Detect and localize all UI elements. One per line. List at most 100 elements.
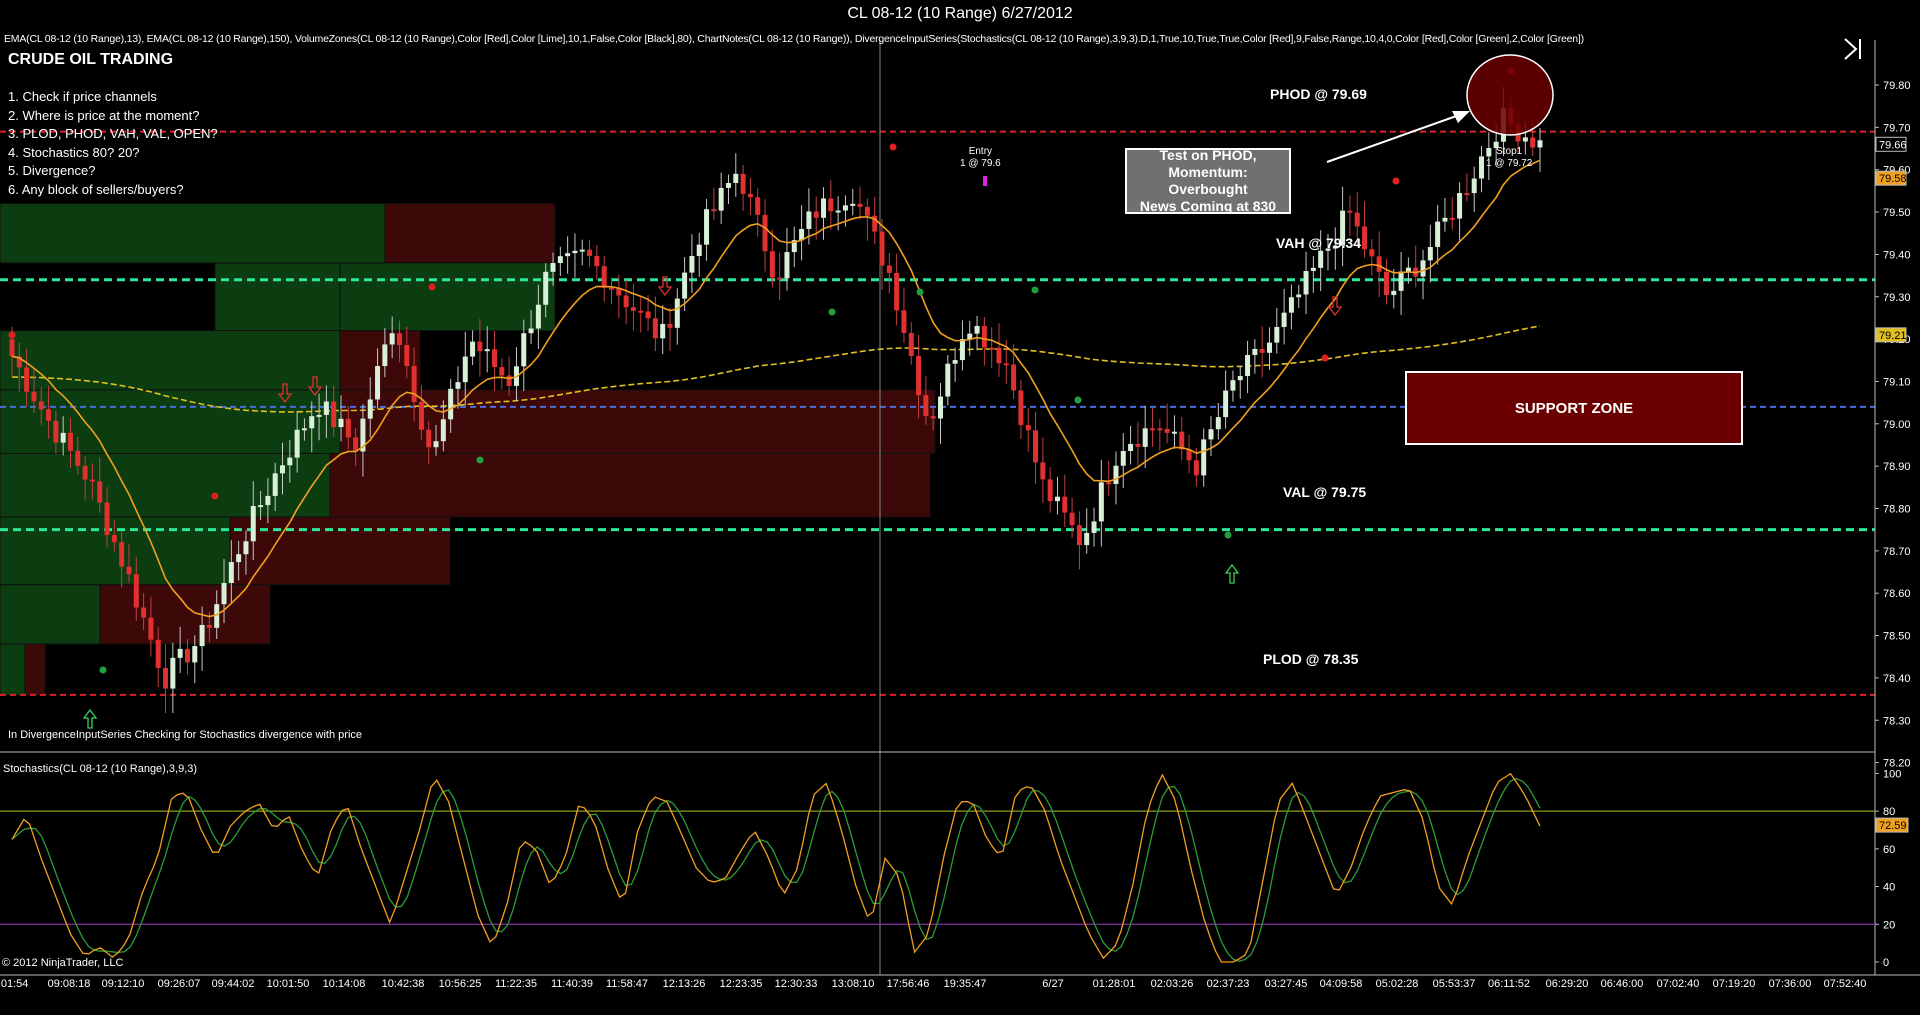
checklist-item: 1. Check if price channels	[8, 89, 157, 104]
time-tick-label: 12:23:35	[720, 978, 763, 990]
candle-body	[733, 173, 739, 183]
time-tick-label: 06:29:20	[1546, 978, 1589, 990]
time-tick-label: 12:13:26	[663, 978, 706, 990]
candle-body	[301, 428, 307, 431]
candle-body	[550, 263, 556, 272]
candle-body	[769, 251, 775, 278]
time-tick-label: 07:19:20	[1713, 978, 1756, 990]
volume-zone	[214, 262, 341, 332]
candle-body	[1091, 521, 1097, 533]
candle-body	[1069, 512, 1075, 526]
time-tick-label: 05:02:28	[1376, 978, 1419, 990]
candle-body	[1171, 431, 1177, 434]
stop-label: Stop1	[1496, 146, 1523, 157]
stochastics-tick-label: 40	[1883, 882, 1895, 894]
candle-body	[389, 333, 395, 345]
candle-body	[901, 310, 907, 333]
volume-zone	[0, 643, 26, 696]
candle-body	[886, 265, 892, 273]
time-tick-label: 01:28:01	[1093, 978, 1136, 990]
volume-zone	[229, 516, 451, 586]
entry-detail: 1 @ 79.6	[960, 158, 1001, 169]
candle-body	[579, 249, 585, 252]
entry-marker	[983, 176, 987, 186]
checklist-item: 4. Stochastics 80? 20?	[8, 144, 140, 160]
candle-body	[338, 418, 344, 428]
candle-body	[952, 360, 958, 364]
candle-body	[141, 607, 147, 618]
candle-body	[280, 465, 286, 474]
signal-dot	[428, 283, 436, 291]
candle-body	[908, 332, 914, 357]
candle-body	[236, 554, 242, 563]
volume-zone	[0, 452, 331, 518]
entry-marker-label: Entry 1 @ 79.6	[960, 146, 1001, 170]
candle-body	[82, 465, 88, 480]
candle-body	[75, 450, 81, 466]
candle-body	[53, 420, 59, 443]
time-tick-label: 03:27:45	[1265, 978, 1308, 990]
checklist-item: 5. Divergence?	[8, 163, 96, 179]
candle-body	[250, 505, 256, 542]
candle-body	[923, 395, 929, 417]
candle-body	[38, 401, 44, 410]
candle-body	[813, 211, 819, 218]
copyright: © 2012 NinjaTrader, LLC	[2, 957, 124, 969]
candle-body	[1471, 178, 1477, 194]
candle-body	[1303, 271, 1309, 295]
candle-body	[1435, 221, 1441, 248]
candle-body	[806, 211, 812, 229]
candle-body	[1230, 380, 1236, 391]
candle-body	[1252, 348, 1258, 355]
price-tick-label: 78.40	[1883, 673, 1911, 685]
candle-body	[272, 473, 278, 496]
price-flag-label: 79.66	[1879, 139, 1907, 151]
stochastics-label: Stochastics(CL 08-12 (10 Range),3,9,3)	[3, 763, 198, 775]
callout-line: News Coming at 830	[1139, 198, 1277, 214]
candle-body	[645, 311, 651, 319]
candle-body	[1142, 428, 1148, 447]
candle-body	[1106, 482, 1112, 485]
chart-area[interactable]: 79.8079.7079.6079.5079.4079.3079.2079.10…	[0, 28, 1920, 1015]
candle-body	[367, 399, 373, 419]
time-tick-label: 05:53:37	[1433, 978, 1476, 990]
time-tick-label: 06:46:00	[1601, 978, 1644, 990]
price-tick-label: 78.60	[1883, 588, 1911, 600]
candle-body	[711, 209, 717, 212]
candle-body	[1215, 417, 1221, 430]
scroll-to-end-icon[interactable]	[1840, 36, 1866, 62]
candle-body	[601, 266, 607, 288]
time-tick-label: 09:12:10	[102, 978, 145, 990]
candle-body	[1164, 428, 1170, 433]
candle-body	[638, 310, 644, 313]
time-tick-label: 06:11:52	[1488, 978, 1530, 990]
callout-line: Momentum: Overbought	[1168, 164, 1248, 197]
candle-body	[492, 349, 498, 368]
candle-body	[1522, 137, 1528, 142]
price-tick-label: 79.10	[1883, 376, 1911, 388]
candle-body	[111, 535, 117, 543]
candle-body	[1347, 210, 1353, 213]
candle-body	[177, 648, 183, 658]
time-tick-label: 0:01:54	[0, 978, 28, 990]
candle-body	[104, 502, 110, 536]
chart-note-callout[interactable]: Test on PHOD, Momentum: Overbought News …	[1125, 147, 1291, 214]
candle-body	[762, 214, 768, 252]
time-tick-label: 11:40:39	[551, 978, 593, 990]
candle-body	[996, 347, 1002, 364]
signal-dot	[1074, 396, 1082, 404]
time-tick-label: 19:35:47	[944, 978, 987, 990]
vah-label: VAH @ 79.34	[1276, 235, 1361, 251]
candle-body	[1288, 297, 1294, 313]
candle-body	[784, 252, 790, 279]
price-tick-label: 78.70	[1883, 546, 1911, 558]
candle-body	[1193, 460, 1199, 476]
phod-label: PHOD @ 79.69	[1270, 86, 1367, 102]
candle-body	[1479, 156, 1485, 179]
candle-body	[448, 388, 454, 420]
time-tick-label: 09:44:02	[212, 978, 255, 990]
time-tick-label: 6/27	[1042, 978, 1063, 990]
candle-body	[557, 256, 563, 264]
candle-body	[455, 382, 461, 389]
support-zone-box[interactable]: SUPPORT ZONE	[1405, 371, 1743, 445]
